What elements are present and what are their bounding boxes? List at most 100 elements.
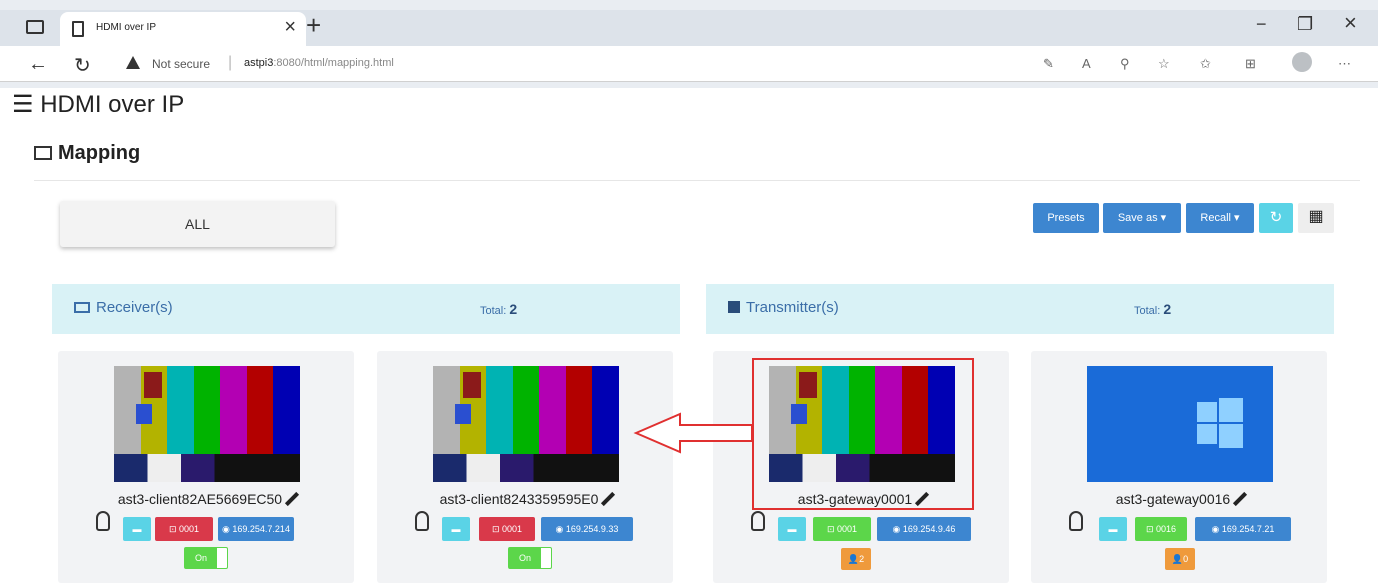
color-bar — [592, 366, 619, 454]
refresh-button[interactable]: ↻ — [1259, 203, 1293, 233]
transmitter-card[interactable]: ast3-gateway0016 ▬ ⊡ 0016 ◉ 169.254.7.21… — [1031, 351, 1327, 583]
url-separator: | — [228, 54, 233, 71]
menu-icon[interactable]: ☰ — [12, 91, 34, 118]
bulb-icon[interactable] — [96, 511, 110, 531]
receiver-card[interactable]: ast3-client8243359595E0 ▬ ⊡ 0001 ◉ 169.2… — [377, 351, 673, 583]
user-count-badge[interactable]: 👤0 — [1165, 548, 1195, 570]
browser-tab[interactable]: HDMI over IP × — [60, 12, 306, 46]
selected-transmitter-highlight — [752, 358, 974, 510]
section-title: Mapping — [34, 142, 140, 165]
bars-overlay — [136, 404, 152, 424]
color-bar — [220, 366, 248, 454]
new-tab-button[interactable]: + — [306, 10, 321, 41]
channel-badge[interactable]: ⊡ 0016 — [1135, 517, 1187, 541]
transmitters-total: Total: 2 — [1134, 301, 1172, 317]
page-icon — [72, 21, 84, 37]
color-bars-thumbnail — [433, 366, 619, 482]
color-bar — [565, 366, 594, 454]
channel-badge[interactable]: ⊡ 0001 — [479, 517, 535, 541]
edit-icon[interactable] — [1233, 491, 1248, 507]
monitor-icon — [74, 302, 90, 313]
receivers-header: Receiver(s) Total: 2 — [52, 284, 680, 334]
color-bar — [512, 366, 541, 454]
bulb-icon[interactable] — [1069, 511, 1083, 531]
bars-overlay — [455, 404, 471, 424]
windows-logo-part — [1219, 424, 1243, 448]
color-bars-bottom — [433, 454, 619, 482]
close-window-button[interactable]: × — [1344, 10, 1357, 36]
play-icon — [728, 301, 740, 313]
tab-close-icon[interactable]: × — [284, 16, 296, 39]
section-title-text: Mapping — [58, 142, 141, 164]
device-name: ast3-client8243359595E0 — [377, 488, 673, 507]
ip-badge[interactable]: ◉ 169.254.9.46 — [877, 517, 971, 541]
restore-button[interactable]: ❐ — [1297, 14, 1313, 35]
favorites-icon[interactable]: ✩ — [1200, 56, 1211, 72]
app-title: ☰ HDMI over IP — [12, 90, 184, 119]
all-filter-button[interactable]: ALL — [60, 201, 335, 247]
edit-icon[interactable] — [285, 491, 300, 507]
reload-icon[interactable]: ↻ — [74, 53, 91, 78]
transmitters-title: Transmitter(s) — [728, 299, 839, 316]
user-count-badge[interactable]: 👤2 — [841, 548, 871, 570]
channel-badge[interactable]: ⊡ 0001 — [155, 517, 213, 541]
recall-button[interactable]: Recall ▾ — [1186, 203, 1254, 233]
presets-button[interactable]: Presets — [1033, 203, 1099, 233]
mapping-icon — [34, 146, 52, 160]
grid-view-button[interactable]: ▦ — [1298, 203, 1334, 233]
profile-avatar[interactable] — [1292, 52, 1312, 72]
device-name: ast3-client82AE5669EC50 — [58, 488, 354, 507]
ip-badge[interactable]: ◉ 169.254.7.214 — [218, 517, 294, 541]
color-bar — [539, 366, 567, 454]
receiver-card[interactable]: ast3-client82AE5669EC50 ▬ ⊡ 0001 ◉ 169.2… — [58, 351, 354, 583]
minimize-button[interactable]: − — [1256, 14, 1267, 35]
divider — [34, 180, 1360, 181]
color-bar — [193, 366, 222, 454]
favorite-add-icon[interactable]: ☆ — [1158, 56, 1170, 72]
power-toggle[interactable]: On — [508, 547, 552, 569]
url-field[interactable]: Not secure | astpi3:8080/html/mapping.ht… — [116, 50, 1274, 78]
back-icon[interactable]: ← — [28, 53, 48, 76]
app-title-text: HDMI over IP — [40, 91, 185, 118]
bars-overlay — [144, 372, 162, 398]
video-button[interactable]: ▬ — [778, 517, 806, 541]
color-bar — [273, 366, 300, 454]
url-text: astpi3:8080/html/mapping.html — [244, 57, 394, 69]
toggle-label: On — [185, 548, 217, 568]
color-bar — [167, 366, 195, 454]
tab-actions-icon[interactable] — [26, 20, 44, 34]
not-secure-label: Not secure — [152, 57, 211, 71]
bulb-icon[interactable] — [751, 511, 765, 531]
zoom-icon[interactable]: ⚲ — [1120, 56, 1130, 72]
channel-badge[interactable]: ⊡ 0001 — [813, 517, 871, 541]
windows-logo-part — [1197, 424, 1217, 444]
address-bar: ← ↻ Not secure | astpi3:8080/html/mappin… — [0, 46, 1378, 82]
device-name: ast3-gateway0016 — [1031, 488, 1327, 507]
collections-icon[interactable]: ⊞ — [1245, 56, 1256, 72]
warning-icon — [126, 56, 140, 69]
more-icon[interactable]: ⋯ — [1338, 56, 1351, 72]
color-bars-thumbnail — [114, 366, 300, 482]
tab-title: HDMI over IP — [96, 22, 157, 33]
page-content: ☰ HDMI over IP Mapping ALL Presets Save … — [0, 88, 1378, 583]
video-button[interactable]: ▬ — [1099, 517, 1127, 541]
video-button[interactable]: ▬ — [123, 517, 151, 541]
video-button[interactable]: ▬ — [442, 517, 470, 541]
bars-overlay — [463, 372, 481, 398]
pen-icon[interactable]: ✎ — [1043, 56, 1054, 72]
desktop-thumbnail — [1087, 366, 1273, 482]
receivers-total: Total: 2 — [480, 301, 518, 317]
color-bar — [486, 366, 514, 454]
read-aloud-icon[interactable]: A — [1082, 56, 1091, 71]
windows-logo-part — [1219, 398, 1243, 422]
save-as-button[interactable]: Save as ▾ — [1103, 203, 1181, 233]
bulb-icon[interactable] — [415, 511, 429, 531]
toggle-label: On — [509, 548, 541, 568]
color-bar — [246, 366, 275, 454]
ip-badge[interactable]: ◉ 169.254.7.21 — [1195, 517, 1291, 541]
transmitters-header: Transmitter(s) Total: 2 — [706, 284, 1334, 334]
power-toggle[interactable]: On — [184, 547, 228, 569]
ip-badge[interactable]: ◉ 169.254.9.33 — [541, 517, 633, 541]
edit-icon[interactable] — [601, 491, 616, 507]
mapping-arrow — [633, 412, 753, 454]
